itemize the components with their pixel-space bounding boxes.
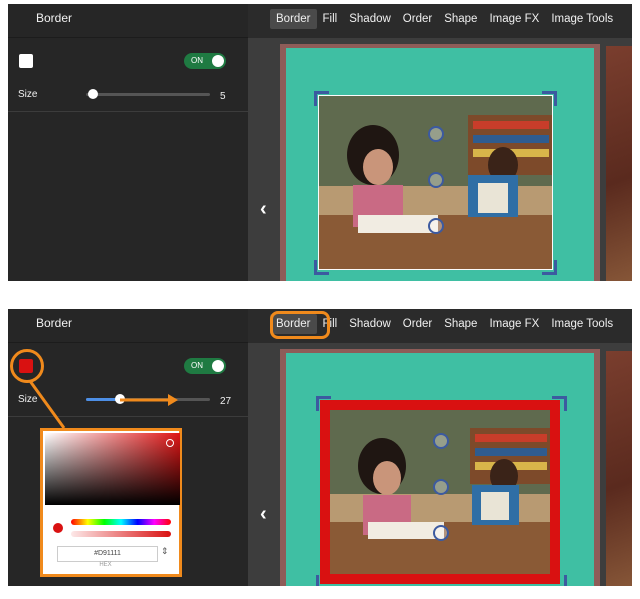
border-sidebar: Border ON Size 5: [8, 4, 248, 281]
tab-order[interactable]: Order: [397, 9, 438, 29]
crop-handle-icon[interactable]: [542, 91, 557, 106]
tab-shape[interactable]: Shape: [438, 9, 483, 29]
editor-screenshot-after: Border ON Size 27 ⇕ HEX Border Fill: [8, 309, 632, 586]
toggle-knob: [212, 55, 224, 67]
toolbar-tabs: Border Fill Shadow Order Shape Image FX …: [248, 4, 632, 38]
crop-handle-icon[interactable]: [314, 260, 329, 275]
crop-handle-icon[interactable]: [542, 260, 557, 275]
toggle-label: ON: [191, 56, 203, 65]
tab-fill[interactable]: Fill: [317, 9, 344, 29]
size-slider-thumb[interactable]: [88, 89, 98, 99]
tab-image-fx[interactable]: Image FX: [483, 9, 545, 29]
size-slider[interactable]: [86, 89, 210, 99]
tab-shadow[interactable]: Shadow: [343, 9, 397, 29]
editor-screenshot-before: Border ON Size 5 Border Fill Shadow Orde…: [8, 4, 632, 281]
size-label: Size: [18, 89, 38, 100]
zoom-icon[interactable]: [428, 218, 444, 234]
tutorial-arrows: [28, 380, 178, 429]
adjacent-page-photo: [606, 46, 632, 281]
move-icon[interactable]: [428, 172, 444, 188]
rotate-icon[interactable]: [428, 126, 444, 142]
tab-border[interactable]: Border: [270, 9, 317, 29]
canvas-area: ‹: [248, 38, 632, 281]
border-color-swatch[interactable]: [19, 54, 33, 68]
tab-image-tools[interactable]: Image Tools: [545, 9, 619, 29]
border-toggle[interactable]: ON: [184, 53, 226, 69]
crop-handle-icon[interactable]: [314, 91, 329, 106]
sidebar-title: Border: [8, 4, 248, 38]
size-value: 5: [220, 91, 226, 102]
chevron-left-icon[interactable]: ‹: [260, 198, 267, 221]
